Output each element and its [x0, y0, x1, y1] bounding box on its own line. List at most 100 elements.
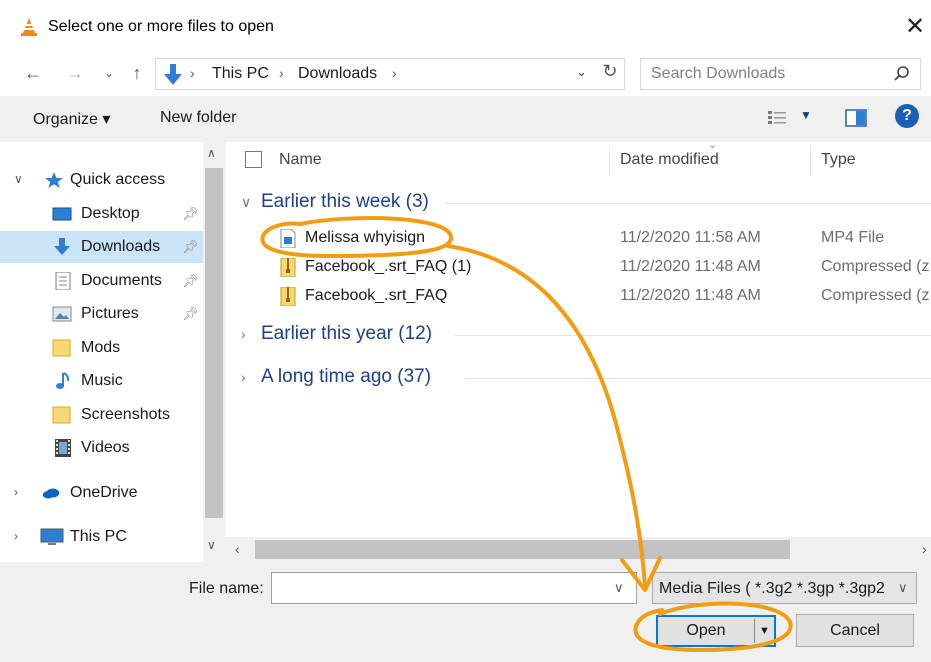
group-earlier-this-year[interactable]: › Earlier this year (12): [225, 319, 931, 351]
navigation-pane: ∨ Quick access Desktop 📌︎ Downloads 📌︎ D…: [0, 142, 203, 562]
new-folder-button[interactable]: New folder: [160, 109, 236, 127]
pin-icon[interactable]: 📌︎: [182, 273, 199, 289]
sort-indicator-icon: ⌄: [708, 142, 718, 151]
back-arrow-icon[interactable]: ←: [20, 60, 46, 86]
column-header-date-modified[interactable]: Date modified: [620, 151, 719, 169]
view-options-dropdown-icon[interactable]: ▼: [800, 108, 812, 122]
sidebar-item-videos[interactable]: Videos: [0, 432, 203, 464]
file-row[interactable]: Melissa whyisign 11/2/2020 11:58 AM MP4 …: [225, 224, 931, 253]
nav-quick-access[interactable]: ∨ Quick access: [0, 164, 203, 196]
preview-pane-icon[interactable]: [843, 107, 869, 129]
scrollbar-thumb[interactable]: [255, 540, 790, 559]
folder-icon: [52, 339, 71, 357]
column-header-name[interactable]: Name: [279, 151, 322, 169]
horizontal-scrollbar[interactable]: ‹ ›: [225, 537, 931, 562]
file-name: Melissa whyisign: [305, 229, 426, 246]
nav-onedrive[interactable]: › OneDrive: [0, 477, 203, 509]
scrollbar-thumb[interactable]: [205, 168, 223, 518]
download-icon: [164, 64, 182, 85]
folder-icon: [52, 406, 71, 424]
nav-label: Music: [81, 372, 123, 389]
file-type: MP4 File: [821, 229, 885, 246]
breadcrumb-this-pc[interactable]: This PC: [212, 65, 269, 83]
zip-file-icon: [280, 258, 296, 277]
group-a-long-time-ago[interactable]: › A long time ago (37): [225, 362, 931, 394]
breadcrumb-downloads[interactable]: Downloads: [298, 65, 377, 83]
file-date: 11/2/2020 11:48 AM: [620, 258, 761, 275]
cancel-button[interactable]: Cancel: [796, 614, 914, 647]
sidebar-item-downloads[interactable]: Downloads 📌︎: [0, 231, 203, 263]
file-name-input[interactable]: [278, 579, 598, 599]
search-icon[interactable]: [891, 63, 913, 85]
nav-label: Downloads: [81, 238, 161, 255]
search-input[interactable]: [651, 64, 881, 84]
scroll-down-icon[interactable]: ∨: [207, 538, 216, 552]
star-icon: [45, 172, 63, 188]
file-name-label: File name:: [189, 580, 264, 597]
address-bar[interactable]: › This PC › Downloads › ⌄: [155, 58, 625, 90]
nav-this-pc[interactable]: › This PC: [0, 521, 203, 553]
pictures-icon: [52, 306, 72, 322]
file-date: 11/2/2020 11:58 AM: [620, 229, 761, 246]
open-button[interactable]: Open ▼: [656, 615, 776, 647]
group-label: Earlier this year (12): [261, 323, 433, 344]
file-row[interactable]: Facebook_.srt_FAQ 11/2/2020 11:48 AM Com…: [225, 282, 931, 311]
up-arrow-icon[interactable]: ↑: [124, 60, 150, 86]
group-divider: [445, 203, 931, 204]
forward-arrow-icon[interactable]: →: [62, 60, 88, 86]
open-dropdown-icon[interactable]: ▼: [754, 619, 774, 643]
sidebar-item-music[interactable]: Music: [0, 365, 203, 397]
scroll-right-icon[interactable]: ›: [922, 541, 927, 557]
scroll-up-icon[interactable]: ∧: [207, 146, 216, 160]
window-title: Select one or more files to open: [48, 18, 274, 35]
nav-label: Mods: [81, 339, 121, 356]
help-icon[interactable]: ?: [895, 104, 919, 128]
nav-label: This PC: [70, 528, 127, 545]
collapsed-chevron-icon[interactable]: ›: [241, 326, 246, 342]
address-dropdown-icon[interactable]: ⌄: [576, 64, 587, 80]
nav-label: Quick access: [70, 171, 166, 188]
nav-label: Desktop: [81, 205, 140, 222]
pin-icon[interactable]: 📌︎: [182, 306, 199, 322]
organize-menu-button[interactable]: Organize ▾: [33, 109, 110, 129]
scroll-left-icon[interactable]: ‹: [235, 541, 240, 557]
cloud-icon: [42, 488, 60, 499]
column-header-type[interactable]: Type: [821, 151, 856, 169]
collapsed-chevron-icon[interactable]: ›: [14, 485, 18, 499]
breadcrumb-separator-icon: ›: [190, 65, 195, 81]
chevron-down-icon[interactable]: ∨: [614, 580, 624, 596]
column-divider[interactable]: [810, 146, 811, 176]
pin-icon[interactable]: 📌︎: [182, 206, 199, 222]
expanded-chevron-icon[interactable]: ∨: [14, 172, 23, 186]
computer-icon: [40, 528, 64, 545]
collapsed-chevron-icon[interactable]: ›: [241, 369, 246, 385]
chevron-down-icon[interactable]: ∨: [898, 580, 908, 596]
recent-locations-chevron-icon[interactable]: ⌄: [96, 60, 122, 86]
refresh-icon[interactable]: ↻: [597, 58, 623, 84]
file-row[interactable]: Facebook_.srt_FAQ (1) 11/2/2020 11:48 AM…: [225, 253, 931, 282]
group-earlier-this-week[interactable]: ∨ Earlier this week (3): [225, 187, 931, 219]
sidebar-item-pictures[interactable]: Pictures 📌︎: [0, 298, 203, 330]
column-divider[interactable]: [609, 146, 610, 176]
open-button-label: Open: [686, 622, 726, 639]
navigation-scrollbar[interactable]: ∧ ∨: [203, 142, 225, 562]
select-all-checkbox[interactable]: [245, 151, 262, 168]
sidebar-item-documents[interactable]: Documents 📌︎: [0, 265, 203, 297]
filter-value: Media Files ( *.3g2 *.3gp *.3gp2: [659, 580, 885, 597]
sidebar-item-desktop[interactable]: Desktop 📌︎: [0, 198, 203, 230]
file-type: Compressed (z: [821, 287, 930, 304]
sidebar-item-screenshots[interactable]: Screenshots: [0, 399, 203, 431]
file-name-combobox[interactable]: ∨: [271, 572, 637, 604]
sidebar-item-mods[interactable]: Mods: [0, 332, 203, 364]
pin-icon[interactable]: 📌︎: [182, 239, 199, 255]
command-bar: Organize ▾ New folder ▼ ?: [0, 96, 931, 142]
view-details-icon[interactable]: [765, 107, 791, 129]
column-header-row: Name ⌄ Date modified Type: [225, 142, 931, 178]
close-icon[interactable]: ✕: [900, 12, 930, 42]
collapsed-chevron-icon[interactable]: ›: [14, 529, 18, 543]
expanded-chevron-icon[interactable]: ∨: [241, 194, 251, 211]
search-box[interactable]: [640, 58, 921, 90]
nav-label: Screenshots: [81, 406, 170, 423]
nav-label: OneDrive: [70, 484, 138, 501]
file-type-filter-select[interactable]: Media Files ( *.3g2 *.3gp *.3gp2 ∨: [652, 572, 917, 604]
